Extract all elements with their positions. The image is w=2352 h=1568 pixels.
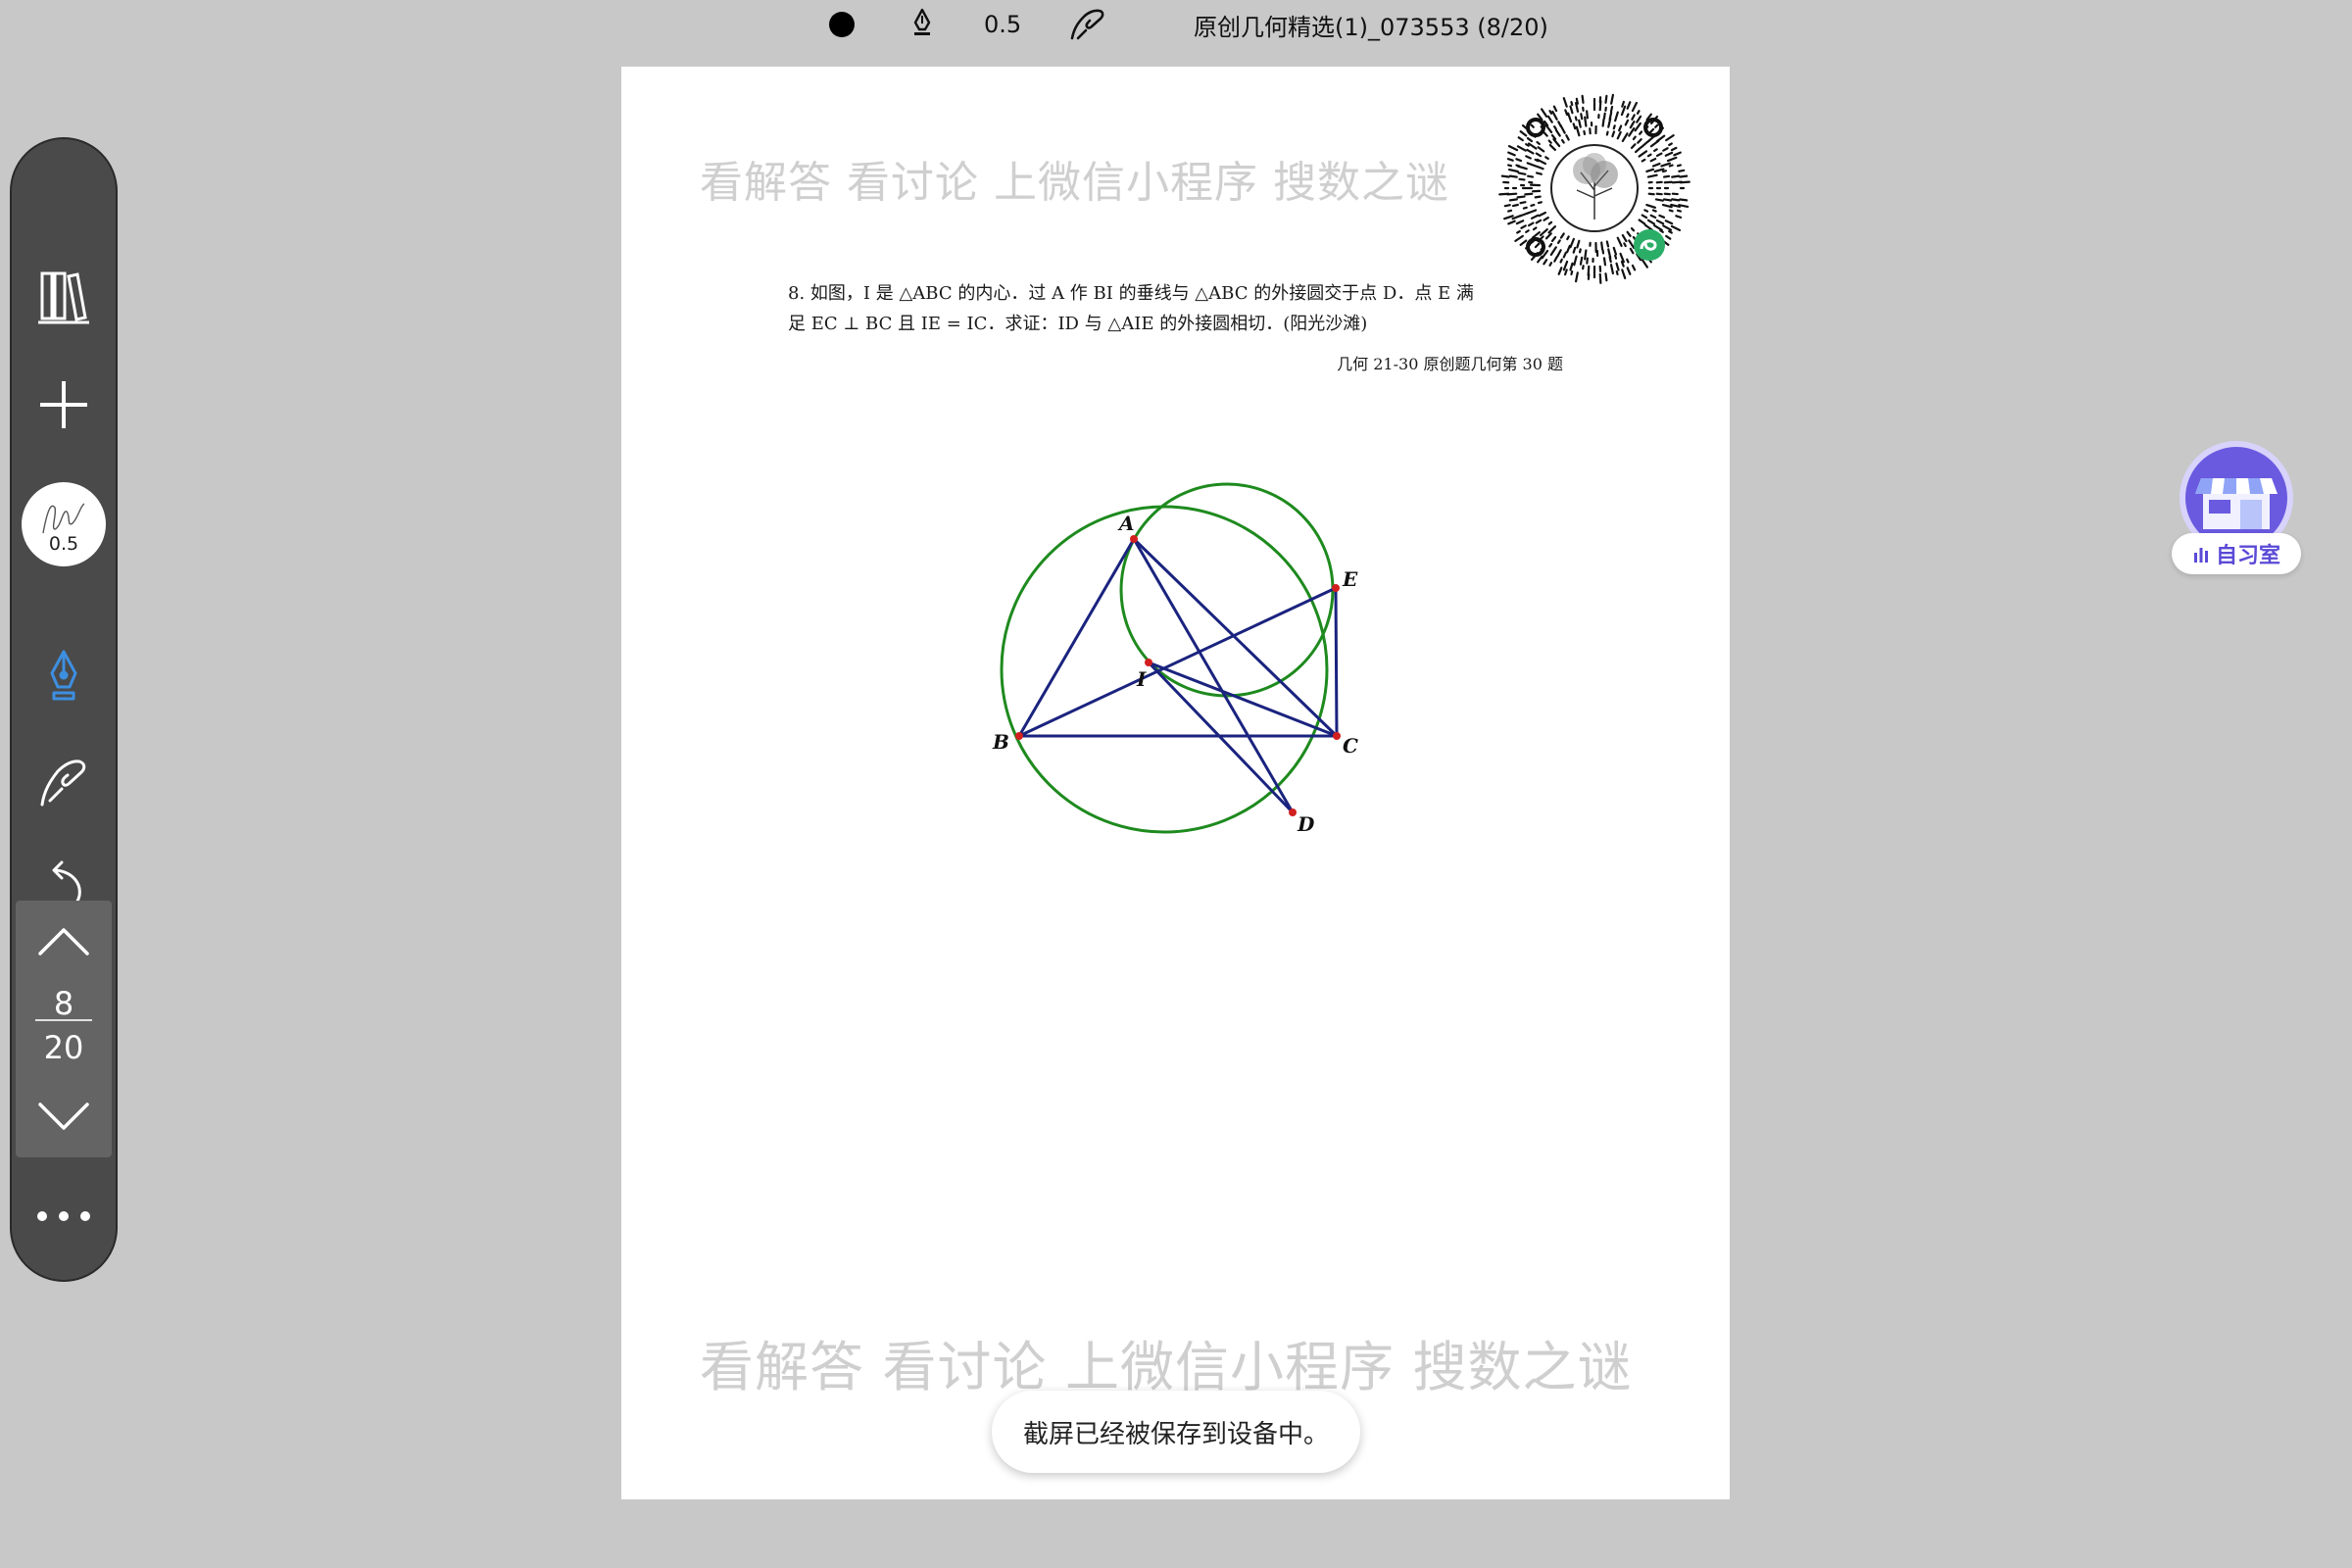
status-bar: 0.5 原创几何精选(1)_073553 (8/20) bbox=[0, 0, 2352, 49]
chevron-down-icon[interactable] bbox=[16, 1089, 112, 1144]
study-room-widget[interactable]: 自习室 bbox=[2172, 439, 2301, 578]
study-room-text: 自习室 bbox=[2215, 544, 2280, 568]
fountain-pen-icon[interactable] bbox=[907, 0, 937, 49]
point-d bbox=[1289, 808, 1297, 816]
point-b bbox=[1015, 732, 1023, 740]
screenshot-toast: 截屏已经被保存到设备中。 bbox=[992, 1391, 1360, 1473]
total-pages: 20 bbox=[43, 1029, 84, 1066]
ink-color-swatch bbox=[829, 12, 855, 37]
gesture-hand-icon[interactable] bbox=[1068, 0, 1107, 49]
pen-size-button[interactable]: 0.5 bbox=[22, 482, 106, 566]
stroke-width-value[interactable]: 0.5 bbox=[984, 0, 1021, 49]
ink-color-button[interactable] bbox=[829, 0, 855, 49]
segment-be bbox=[1018, 586, 1337, 738]
problem-statement: 8. 如图，I 是 △ABC 的内心．过 A 作 BI 的垂线与 △ABC 的外… bbox=[788, 278, 1562, 339]
library-icon[interactable] bbox=[12, 253, 116, 341]
segment-ec bbox=[1334, 587, 1339, 737]
problem-line-1: 8. 如图，I 是 △ABC 的内心．过 A 作 BI 的垂线与 △ABC 的外… bbox=[788, 283, 1474, 304]
mini-program-qr-code[interactable] bbox=[1498, 92, 1690, 284]
current-page: 8 bbox=[53, 985, 74, 1022]
watermark-bottom: 看解答 看讨论 上微信小程序 搜数之谜 bbox=[700, 1336, 1633, 1398]
more-dots-icon[interactable] bbox=[12, 1172, 116, 1260]
point-e bbox=[1332, 584, 1340, 592]
toast-message: 截屏已经被保存到设备中。 bbox=[1022, 1419, 1329, 1449]
add-icon[interactable] bbox=[12, 361, 116, 449]
problem-source: 几何 21-30 原创题几何第 30 题 bbox=[1337, 355, 1563, 373]
point-i bbox=[1145, 659, 1152, 666]
page-divider bbox=[35, 1019, 92, 1021]
segment-ac bbox=[1132, 537, 1339, 738]
label-i: I bbox=[1136, 667, 1147, 691]
pen-size-value: 0.5 bbox=[48, 533, 79, 555]
bar-chart-icon bbox=[2193, 548, 2208, 563]
label-c: C bbox=[1343, 734, 1358, 758]
label-e: E bbox=[1342, 567, 1358, 591]
pen-icon[interactable] bbox=[12, 633, 116, 721]
label-a: A bbox=[1117, 512, 1135, 535]
side-toolbar: 0.5 8 20 bbox=[10, 137, 118, 1282]
segment-ad bbox=[1132, 538, 1295, 813]
chevron-up-icon[interactable] bbox=[16, 914, 112, 969]
point-a bbox=[1130, 535, 1138, 543]
geometry-figure: A B C D E I bbox=[992, 482, 1358, 836]
hand-draw-icon[interactable] bbox=[12, 739, 116, 827]
problem-line-2: 足 EC ⊥ BC 且 IE = IC．求证：ID 与 △AIE 的外接圆相切．… bbox=[788, 314, 1368, 334]
watermark-top: 看解答 看讨论 上微信小程序 搜数之谜 bbox=[700, 158, 1449, 208]
point-c bbox=[1333, 732, 1341, 740]
label-b: B bbox=[992, 730, 1009, 754]
study-room-label[interactable]: 自习室 bbox=[2172, 533, 2301, 574]
document-page[interactable]: 看解答 看讨论 上微信小程序 搜数之谜 8. 如图，I 是 △ABC 的内心．过… bbox=[621, 67, 1730, 1499]
document-title: 原创几何精选(1)_073553 (8/20) bbox=[1194, 13, 1548, 41]
label-d: D bbox=[1297, 812, 1315, 836]
page-navigator: 8 20 bbox=[16, 901, 112, 1157]
